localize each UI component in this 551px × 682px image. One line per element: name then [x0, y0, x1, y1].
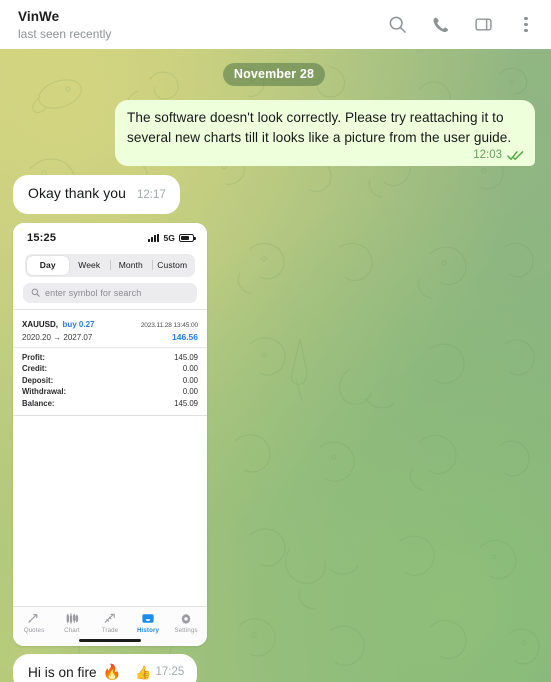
summary-row-withdrawal: Withdrawal: 0.00 — [22, 386, 198, 398]
more-vertical-icon[interactable] — [515, 14, 537, 36]
message-text: Okay thank you — [28, 185, 126, 201]
message-row-incoming-photo: 15:25 5G Day Week Month Custom enter sym… — [13, 222, 535, 646]
deal-prices: 2020.20 → 2027.07 — [22, 333, 92, 342]
message-timestamp: 12:17 — [136, 189, 166, 201]
deal-side-volume: buy 0.27 — [62, 319, 95, 329]
message-bubble-incoming-reaction[interactable]: Hi is on fire 🔥 👍 17:25 — [13, 653, 198, 682]
search-icon — [31, 288, 40, 297]
symbol-search-input[interactable]: enter symbol for search — [23, 282, 197, 303]
message-photo-attachment[interactable]: 15:25 5G Day Week Month Custom enter sym… — [13, 222, 207, 646]
summary-label: Balance: — [22, 398, 55, 408]
date-separator: November 28 — [222, 63, 326, 86]
tab-label: Quotes — [23, 626, 45, 634]
deal-row-top: XAUUSD, buy 0.27 2023.11.28 13:45:00 — [22, 314, 198, 332]
summary-value: 0.00 — [182, 364, 198, 373]
message-bubble-incoming[interactable]: Okay thank you 12:17 — [13, 175, 180, 214]
phone-status-indicators: 5G — [148, 232, 196, 243]
message-meta: 12:03 — [127, 149, 524, 161]
tab-label: Chart — [64, 626, 80, 634]
summary-value: 145.09 — [174, 398, 198, 408]
message-list: November 28 The software doesn't look co… — [0, 49, 551, 682]
telegram-chat-window: VinWe last seen recently November 28 The… — [0, 0, 551, 682]
summary-row-credit: Credit: 0.00 — [22, 363, 198, 375]
summary-label: Credit: — [22, 364, 48, 373]
message-bubble-outgoing[interactable]: The software doesn't look correctly. Ple… — [115, 100, 535, 166]
tab-history[interactable]: History — [129, 612, 167, 634]
arrow-icon: → — [53, 332, 62, 342]
network-label: 5G — [163, 232, 175, 243]
summary-label: Profit: — [22, 352, 45, 362]
summary-row-deposit: Deposit: 0.00 — [22, 375, 198, 387]
tab-settings[interactable]: Settings — [167, 612, 205, 634]
chat-status: last seen recently — [18, 26, 112, 41]
deal-symbol-group: XAUUSD, buy 0.27 — [22, 314, 94, 332]
segment-week[interactable]: Week — [69, 256, 111, 275]
summary-row-balance: Balance: 145.09 — [22, 398, 198, 410]
signal-icon — [148, 233, 160, 242]
header-actions — [386, 14, 537, 36]
deal-datetime: 2023.11.28 13:45:00 — [140, 321, 198, 329]
date-separator-row: November 28 — [13, 63, 535, 86]
message-row-outgoing: The software doesn't look correctly. Ple… — [13, 100, 535, 166]
deal-price-close: 2027.07 — [63, 332, 93, 342]
message-row-incoming-thanks: Okay thank you 12:17 — [13, 175, 535, 214]
segment-custom[interactable]: Custom — [151, 256, 194, 275]
period-segmented-control-wrap: Day Week Month Custom — [13, 249, 207, 283]
phone-status-bar: 15:25 5G — [13, 222, 207, 249]
message-reaction[interactable]: 👍 17:25 — [135, 666, 184, 679]
chart-icon — [66, 612, 79, 624]
gear-icon — [181, 613, 191, 624]
page-title: VinWe — [18, 8, 60, 24]
summary-label: Withdrawal: — [22, 387, 67, 396]
message-timestamp: 17:25 — [155, 666, 185, 679]
tab-label: History — [136, 626, 160, 634]
tab-quotes[interactable]: Quotes — [15, 612, 53, 634]
phone-screenshot: 15:25 5G Day Week Month Custom enter sym… — [13, 222, 207, 646]
deal-symbol: XAUUSD, — [22, 319, 59, 329]
battery-icon — [179, 233, 196, 242]
tab-chart[interactable]: Chart — [53, 612, 91, 634]
deal-price-open: 2020.20 — [22, 332, 51, 342]
chat-header-info[interactable]: VinWe last seen recently — [18, 8, 386, 42]
trade-icon — [104, 613, 115, 623]
deal-row[interactable]: XAUUSD, buy 0.27 2023.11.28 13:45:00 202… — [13, 310, 207, 348]
chat-message-area: November 28 The software doesn't look co… — [0, 49, 551, 682]
phone-tab-bar: Quotes Chart Trade History Settings — [13, 605, 207, 637]
segment-day[interactable]: Day — [27, 255, 69, 275]
search-icon[interactable] — [386, 14, 408, 36]
summary-value: 0.00 — [182, 375, 198, 385]
home-indicator — [13, 636, 207, 646]
period-segmented-control[interactable]: Day Week Month Custom — [25, 253, 195, 277]
deal-result-value: 146.56 — [172, 331, 198, 342]
segment-month[interactable]: Month — [110, 256, 152, 275]
double-check-icon — [507, 150, 524, 161]
phone-icon[interactable] — [429, 14, 451, 36]
search-placeholder: enter symbol for search — [45, 287, 142, 298]
summary-label: Deposit: — [22, 375, 54, 385]
summary-row-profit: Profit: 145.09 — [22, 352, 198, 364]
empty-content-area — [13, 416, 207, 606]
message-timestamp: 12:03 — [473, 149, 502, 161]
history-icon — [142, 613, 154, 623]
deal-row-bottom: 2020.20 → 2027.07 146.56 — [22, 332, 198, 342]
fire-emoji: 🔥 — [102, 663, 122, 681]
summary-value: 145.09 — [174, 352, 198, 362]
summary-table: Profit: 145.09 Credit: 0.00 Deposit: 0.0… — [13, 348, 207, 416]
panel-icon[interactable] — [472, 14, 494, 36]
message-text: Hi is on fire — [28, 664, 97, 680]
phone-clock: 15:25 — [27, 231, 57, 244]
chat-header: VinWe last seen recently — [0, 0, 551, 49]
tab-label: Trade — [101, 626, 119, 634]
tab-label: Settings — [174, 626, 198, 634]
summary-value: 0.00 — [182, 387, 198, 396]
message-text: The software doesn't look correctly. Ple… — [127, 110, 512, 145]
quotes-icon — [28, 613, 38, 623]
message-row-incoming-fire: Hi is on fire 🔥 👍 17:25 — [13, 653, 535, 682]
thumbs-up-emoji: 👍 — [135, 664, 152, 680]
tab-trade[interactable]: Trade — [91, 612, 129, 634]
